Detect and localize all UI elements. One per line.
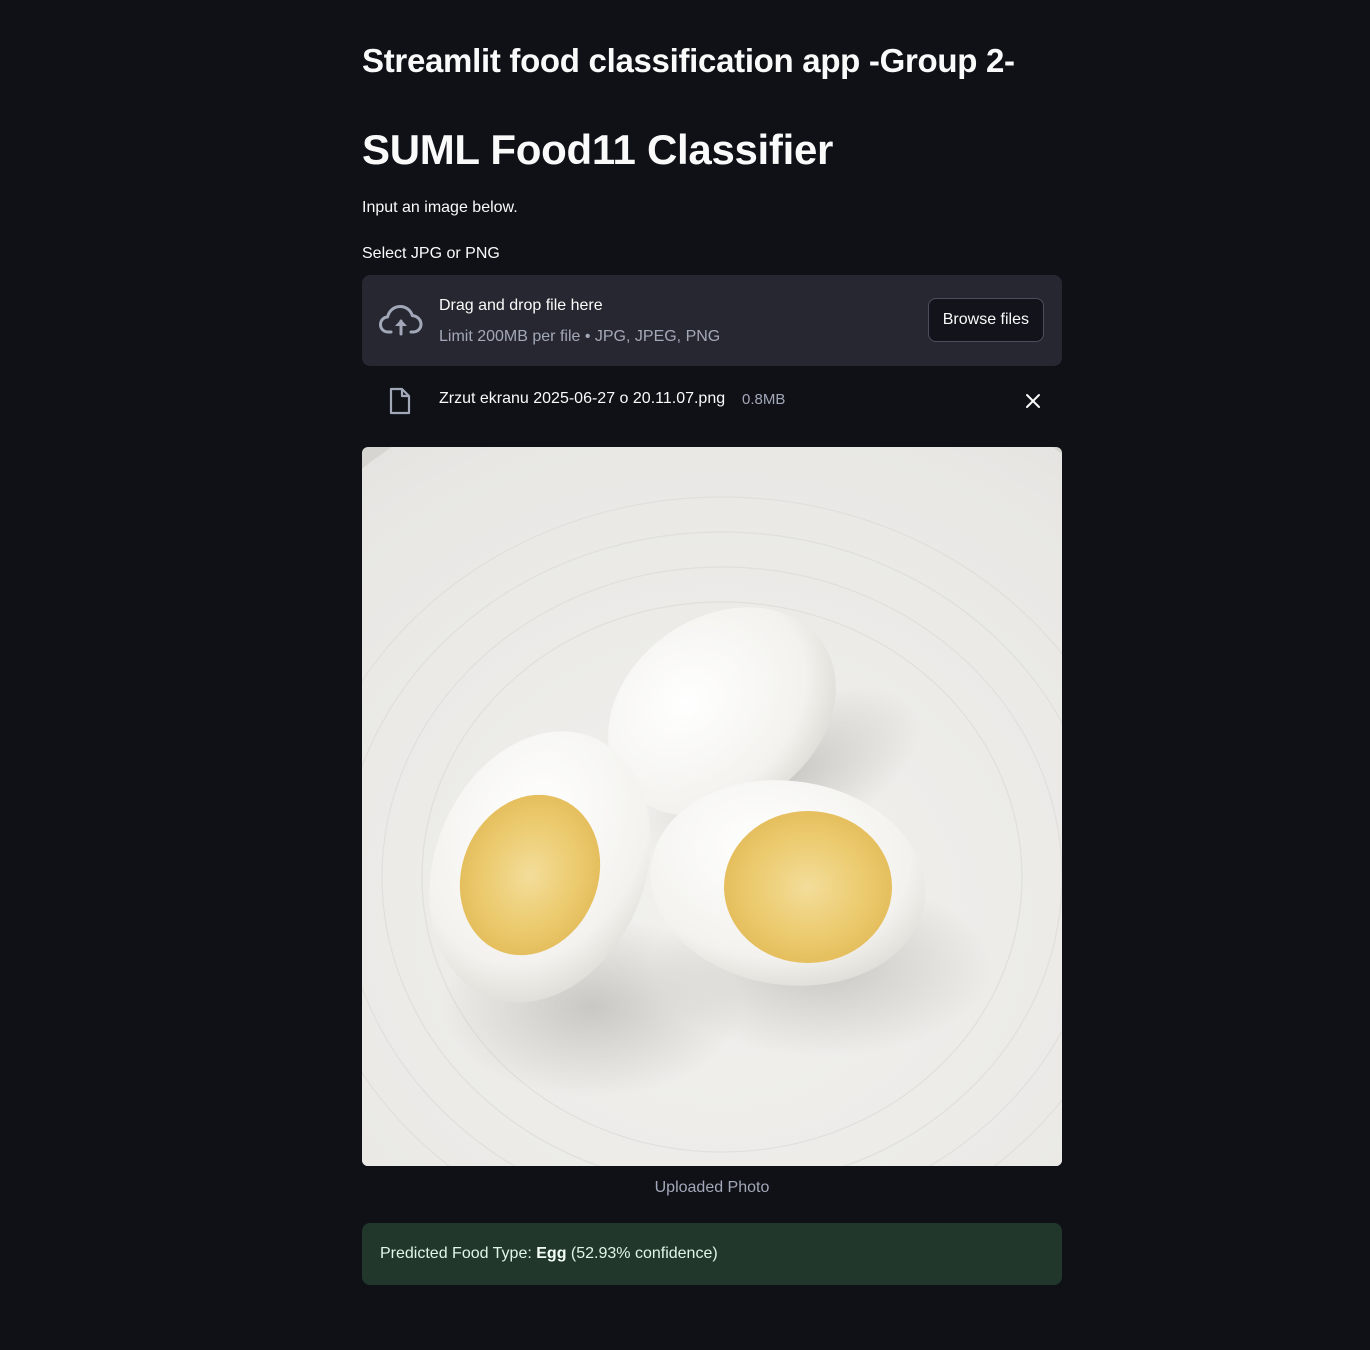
dropzone-title: Drag and drop file here (439, 297, 603, 314)
browse-files-button[interactable]: Browse files (927, 298, 1044, 342)
uploader-label: Select JPG or PNG (362, 245, 500, 262)
uploaded-file-row: Zrzut ekranu 2025-06-27 o 20.11.07.png 0… (362, 378, 1062, 424)
close-icon (1026, 394, 1040, 408)
page-title: SUML Food11 Classifier (362, 126, 834, 173)
app-title: Streamlit food classification app -Group… (362, 42, 1015, 79)
prediction-confidence: (52.93% confidence) (570, 1245, 718, 1262)
file-dropzone[interactable]: Drag and drop file here Limit 200MB per … (362, 275, 1062, 366)
uploaded-file-name: Zrzut ekranu 2025-06-27 o 20.11.07.png (439, 390, 726, 407)
prediction-result-alert: Predicted Food Type: Egg (52.93% confide… (362, 1223, 1062, 1285)
photo-caption: Uploaded Photo (654, 1179, 770, 1196)
intro-text: Input an image below. (362, 199, 518, 216)
cloud-upload-icon (379, 302, 423, 338)
uploaded-photo (362, 447, 1062, 1166)
remove-file-button[interactable] (1022, 390, 1044, 412)
dropzone-limit-text: Limit 200MB per file • JPG, JPEG, PNG (439, 328, 721, 345)
file-icon (388, 387, 412, 415)
uploaded-file-size: 0.8MB (742, 391, 786, 408)
prediction-prefix: Predicted Food Type: (380, 1245, 537, 1262)
prediction-label: Egg (536, 1245, 567, 1262)
